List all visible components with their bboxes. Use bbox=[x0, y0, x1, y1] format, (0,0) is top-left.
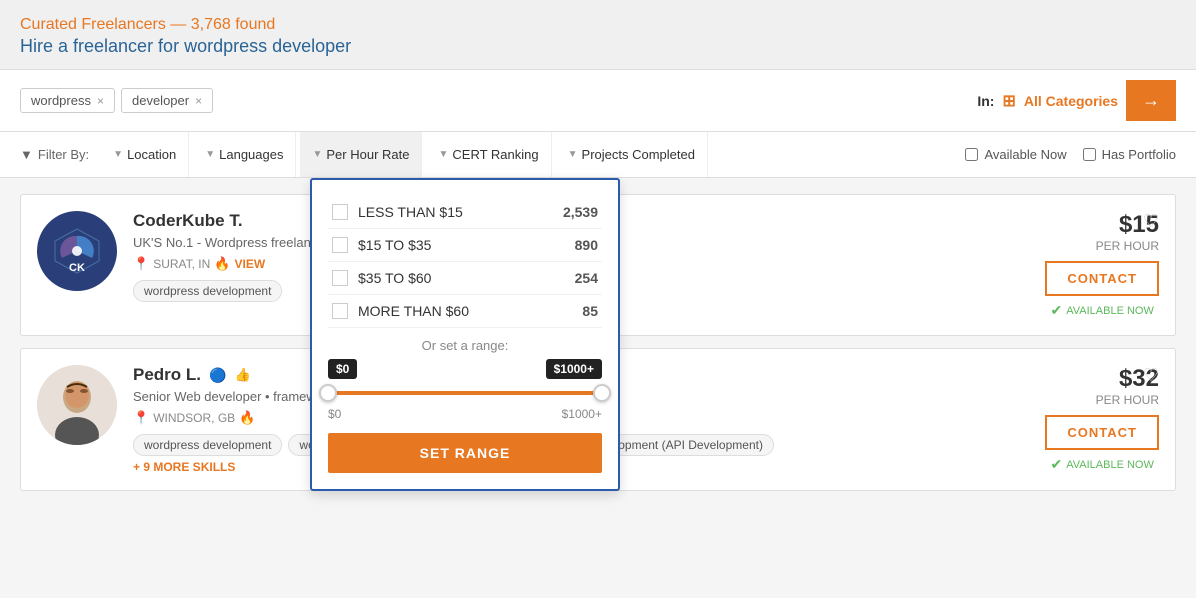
per-hour-rate-dropdown: LESS THAN $15 2,539 $15 TO $35 890 $35 T… bbox=[310, 178, 620, 491]
avatar-pedro bbox=[37, 365, 117, 445]
filter-projects-completed[interactable]: ▼ Projects Completed bbox=[556, 132, 708, 177]
search-bar: wordpress × developer × In: ⊞ All Catego… bbox=[0, 70, 1196, 132]
dropdown-option-1[interactable]: LESS THAN $15 2,539 bbox=[328, 196, 602, 229]
has-portfolio-checkbox[interactable] bbox=[1083, 148, 1096, 161]
heart-icon[interactable]: ♡ bbox=[1143, 211, 1159, 232]
check-icon: ✔ bbox=[1051, 302, 1063, 319]
categories-button[interactable]: All Categories bbox=[1024, 93, 1118, 109]
thumbs-icon: 👍 bbox=[234, 367, 250, 383]
location-icon: 📍 bbox=[133, 256, 149, 272]
search-go-button[interactable]: → bbox=[1126, 80, 1176, 121]
svg-text:CK: CK bbox=[69, 262, 85, 274]
range-labels: $0 $1000+ bbox=[328, 359, 602, 379]
chevron-down-icon: ▼ bbox=[568, 149, 578, 160]
available-now-checkbox[interactable] bbox=[965, 148, 978, 161]
fire-icon: 🔥 bbox=[214, 256, 230, 272]
range-track bbox=[328, 391, 602, 395]
search-in-label: In: ⊞ All Categories bbox=[977, 91, 1118, 111]
dropdown-option-2[interactable]: $15 TO $35 890 bbox=[328, 229, 602, 262]
filter-cert-ranking[interactable]: ▼ CERT Ranking bbox=[426, 132, 551, 177]
check-icon: ✔ bbox=[1051, 456, 1063, 473]
results-count: Curated Freelancers — 3,768 found bbox=[20, 16, 1176, 34]
tag-label: developer bbox=[132, 93, 189, 108]
filter-languages[interactable]: ▼ Languages bbox=[193, 132, 296, 177]
available-badge: ✔ AVAILABLE NOW bbox=[1045, 302, 1159, 319]
filter-bar: ▼ Filter By: ▼ Location ▼ Languages ▼ Pe… bbox=[0, 132, 1196, 178]
page-title: Hire a freelancer for wordpress develope… bbox=[20, 36, 1176, 57]
range-slider[interactable] bbox=[328, 383, 602, 403]
option-checkbox-1[interactable] bbox=[332, 204, 348, 220]
search-tag-developer[interactable]: developer × bbox=[121, 88, 213, 113]
set-range-button[interactable]: SET RANGE bbox=[328, 433, 602, 473]
available-now-filter[interactable]: Available Now bbox=[965, 147, 1066, 162]
grid-icon: ⊞ bbox=[1002, 91, 1015, 111]
range-max-label: $1000+ bbox=[546, 359, 602, 379]
tag-label: wordpress bbox=[31, 93, 91, 108]
range-min-label: $0 bbox=[328, 359, 357, 379]
view-link[interactable]: VIEW bbox=[235, 257, 266, 271]
filter-by-label: ▼ Filter By: bbox=[20, 147, 89, 162]
search-tags: wordpress × developer × bbox=[20, 88, 969, 113]
remove-tag-developer[interactable]: × bbox=[195, 94, 202, 108]
filter-icon: ▼ bbox=[20, 147, 33, 162]
rate-period: PER HOUR bbox=[1045, 239, 1159, 253]
filter-per-hour-rate[interactable]: ▼ Per Hour Rate bbox=[300, 132, 422, 177]
available-badge: ✔ AVAILABLE NOW bbox=[1045, 456, 1159, 473]
skill-tag: wordpress development bbox=[133, 434, 282, 456]
range-values: $0 $1000+ bbox=[328, 407, 602, 421]
range-thumb-right[interactable] bbox=[593, 384, 611, 402]
search-tag-wordpress[interactable]: wordpress × bbox=[20, 88, 115, 113]
or-range-label: Or set a range: bbox=[328, 328, 602, 359]
avatar-coderkube: CK bbox=[37, 211, 117, 291]
dropdown-option-3[interactable]: $35 TO $60 254 bbox=[328, 262, 602, 295]
option-checkbox-4[interactable] bbox=[332, 303, 348, 319]
skill-tag: wordpress development bbox=[133, 280, 282, 302]
fire-icon: 🔥 bbox=[239, 410, 255, 426]
verified-icon: 🔵 bbox=[209, 367, 226, 384]
dropdown-option-4[interactable]: MORE THAN $60 85 bbox=[328, 295, 602, 328]
range-fill bbox=[328, 391, 602, 395]
has-portfolio-filter[interactable]: Has Portfolio bbox=[1083, 147, 1176, 162]
chevron-down-icon: ▼ bbox=[205, 149, 215, 160]
heart-icon[interactable]: ♡ bbox=[1143, 365, 1159, 386]
remove-tag-wordpress[interactable]: × bbox=[97, 94, 104, 108]
chevron-down-icon: ▼ bbox=[113, 149, 123, 160]
chevron-down-icon: ▼ bbox=[438, 149, 448, 160]
location-icon: 📍 bbox=[133, 410, 149, 426]
option-checkbox-3[interactable] bbox=[332, 270, 348, 286]
range-min-value: $0 bbox=[328, 407, 341, 421]
range-thumb-left[interactable] bbox=[319, 384, 337, 402]
range-max-value: $1000+ bbox=[562, 407, 602, 421]
contact-button[interactable]: CONTACT bbox=[1045, 415, 1159, 450]
option-checkbox-2[interactable] bbox=[332, 237, 348, 253]
filter-location[interactable]: ▼ Location bbox=[101, 132, 189, 177]
rate-period: PER HOUR bbox=[1045, 393, 1159, 407]
chevron-down-icon: ▼ bbox=[312, 149, 322, 160]
header-section: Curated Freelancers — 3,768 found Hire a… bbox=[0, 0, 1196, 70]
contact-button[interactable]: CONTACT bbox=[1045, 261, 1159, 296]
filter-checkboxes: Available Now Has Portfolio bbox=[965, 147, 1176, 162]
